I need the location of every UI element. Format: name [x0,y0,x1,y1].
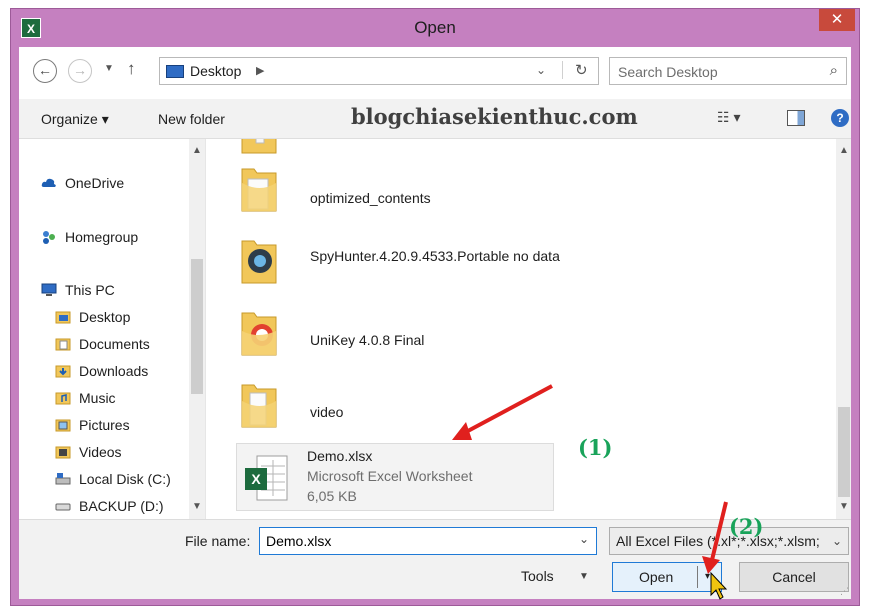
excel-file-icon: X [245,455,288,501]
drive-icon [55,503,71,511]
sidebar-item-label: BACKUP (D:) [79,498,164,514]
list-item[interactable]: optimized_contents [240,165,560,231]
search-box[interactable]: Search Desktop ⌕ [609,57,847,85]
drive-icon [55,473,71,485]
recent-locations-button[interactable]: ▼ [104,63,114,74]
sidebar-item-label: Homegroup [65,229,139,245]
filter-dropdown-icon[interactable]: ⌄ [832,534,842,548]
cloud-icon [41,178,56,187]
new-folder-button[interactable]: New folder [158,111,225,127]
svg-text:X: X [251,471,261,487]
file-name-input[interactable] [259,527,597,555]
music-icon [55,392,71,405]
folder-icon[interactable] [240,139,278,155]
open-dropdown-icon[interactable]: ▾ [705,571,710,582]
file-name-label: File name: [185,533,251,549]
file-list: optimized_contents SpyHunter.4.20.9.4533… [205,139,851,519]
sidebar-item-label: This PC [65,282,115,298]
folder-icon [241,384,277,428]
open-button[interactable]: Open ▾ [612,562,722,592]
watermark: blogchiasekienthuc.com [351,104,638,129]
navigation-scrollbar[interactable]: ▲ ▼ [189,139,205,519]
close-button[interactable]: ✕ [819,9,855,31]
bottom-panel: File name: ⌄ All Excel Files (*.xl*;*.xl… [19,514,851,599]
sidebar-item-label: Desktop [79,309,131,325]
homegroup-icon [43,231,55,244]
open-button-label: Open [639,569,674,585]
sidebar-item-label: Videos [79,444,122,460]
change-view-icon[interactable]: ☷ ▾ [717,109,753,126]
dialog-client: ← → ▼ ↑ Desktop ▶ ⌄ ↻ Search Desktop ⌕ O… [19,47,851,599]
window-title: Open [414,18,456,37]
scrollbar-thumb[interactable] [191,259,203,394]
documents-icon [55,338,71,351]
split-divider [697,566,698,588]
scrollbar-thumb[interactable] [838,407,850,497]
file-type: Microsoft Excel Worksheet [307,468,473,484]
scroll-down-icon[interactable]: ▼ [192,501,202,512]
back-button[interactable]: ← [33,59,57,83]
selected-file-demo-xlsx[interactable]: X Demo.xlsx Microsoft Excel Worksheet 6,… [236,443,554,511]
downloads-icon [55,365,71,378]
file-name: UniKey 4.0.8 Final [310,332,425,348]
file-size: 6,05 KB [307,488,357,504]
sidebar-item-label: OneDrive [65,175,125,191]
search-icon[interactable]: ⌕ [830,62,838,79]
pictures-icon [55,419,71,432]
file-name: optimized_contents [310,190,431,206]
title-bar: X Open ✕ [11,9,859,47]
navigation-bar: ← → ▼ ↑ Desktop ▶ ⌄ ↻ Search Desktop ⌕ [19,47,851,99]
file-name-dropdown-icon[interactable]: ⌄ [579,532,589,546]
sidebar-item-label: Downloads [79,363,149,379]
tools-dropdown-icon[interactable]: ▼ [579,571,589,582]
file-name: Demo.xlsx [307,448,373,464]
sidebar-item-label: Pictures [79,417,130,433]
cancel-button[interactable]: Cancel [739,562,849,592]
scroll-down-icon[interactable]: ▼ [839,501,849,512]
step-2-annotation: (2) [729,514,764,539]
help-icon[interactable]: ? [831,109,849,127]
file-type-filter-value: All Excel Files (*.xl*;*.xlsx;*.xlsm; [616,533,820,549]
organize-button[interactable]: Organize ▾ [41,111,109,128]
step-1-annotation: (1) [578,435,613,460]
file-name: video [310,404,344,420]
forward-button[interactable]: → [68,59,92,83]
sidebar-item-label: Music [79,390,116,406]
search-placeholder: Search Desktop [618,64,718,80]
resize-grip-icon[interactable]: ⋰ [840,586,849,597]
address-bar[interactable]: Desktop ▶ ⌄ ↻ [159,57,599,85]
scroll-up-icon[interactable]: ▲ [839,145,849,156]
refresh-icon[interactable]: ↻ [562,61,588,79]
folder-icon [241,168,277,212]
sidebar-item-label: Local Disk (C:) [79,471,171,487]
folder-spyhunter-icon [241,240,277,284]
command-bar: Organize ▾ New folder blogchiasekienthuc… [19,99,851,139]
videos-icon [55,446,71,459]
list-item[interactable]: SpyHunter.4.20.9.4533.Portable no data [240,237,560,303]
open-dialog: X Open ✕ ← → ▼ ↑ Desktop ▶ ⌄ ↻ Search De… [10,8,860,606]
file-name: SpyHunter.4.20.9.4533.Portable no data [310,248,560,264]
breadcrumb-separator-icon[interactable]: ▶ [256,64,264,77]
tools-button[interactable]: Tools [521,568,554,584]
computer-icon [41,283,57,296]
file-list-scrollbar[interactable]: ▲ ▼ [836,139,851,519]
folder-unikey-icon [241,312,277,356]
scroll-up-icon[interactable]: ▲ [192,145,202,156]
navigation-pane: OneDrive Homegroup This PC Desktop Docum… [19,139,205,519]
list-item[interactable]: UniKey 4.0.8 Final [240,309,560,375]
address-dropdown-icon[interactable]: ⌄ [536,63,546,77]
address-crumb-desktop[interactable]: Desktop [190,63,241,79]
list-item[interactable]: video [240,381,560,447]
up-button[interactable]: ↑ [127,59,136,79]
desktop-icon [166,65,184,78]
preview-pane-icon[interactable] [787,110,805,126]
desktop-folder-icon [55,311,71,324]
sidebar-item-label: Documents [79,336,150,352]
